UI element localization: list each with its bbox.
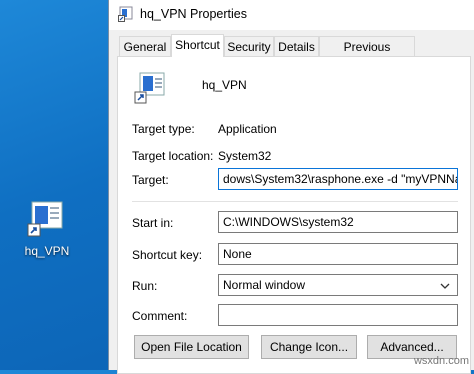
vpn-connection-shortcut-icon xyxy=(26,198,68,240)
target-location-value: System32 xyxy=(218,149,272,163)
target-type-label: Target type: xyxy=(132,122,195,136)
shortcut-name: hq_VPN xyxy=(202,78,247,92)
desktop-shortcut[interactable]: hq_VPN xyxy=(20,198,74,258)
run-label: Run: xyxy=(132,279,158,293)
tab-strip: General Shortcut Security Details Previo… xyxy=(117,34,467,74)
target-type-value: Application xyxy=(218,122,277,136)
tab-previous-versions[interactable]: Previous Versions xyxy=(319,36,415,74)
tab-general[interactable]: General xyxy=(119,36,171,56)
connection-icon xyxy=(118,6,134,22)
tab-security[interactable]: Security xyxy=(224,36,274,56)
target-label: Target: xyxy=(132,173,169,187)
title-bar[interactable]: hq_VPN Properties xyxy=(109,0,474,30)
shortcut-panel: hq_VPN Target type: Application Target l… xyxy=(117,56,471,374)
tab-shortcut[interactable]: Shortcut xyxy=(171,34,224,57)
change-icon-button[interactable]: Change Icon... xyxy=(261,335,357,359)
window-title: hq_VPN Properties xyxy=(140,7,248,21)
shortcut-key-input[interactable]: None xyxy=(218,243,458,265)
tab-details[interactable]: Details xyxy=(274,36,319,56)
target-input-value: dows\System32\rasphone.exe -d "myVPNName… xyxy=(223,172,458,186)
run-select-value: Normal window xyxy=(223,278,306,292)
chevron-down-icon xyxy=(439,278,451,290)
comment-label: Comment: xyxy=(132,309,188,323)
properties-window: hq_VPN Properties General Shortcut Secur… xyxy=(108,0,474,374)
target-location-label: Target location: xyxy=(132,149,214,163)
desktop-shortcut-label: hq_VPN xyxy=(24,244,70,258)
comment-input[interactable] xyxy=(218,304,458,326)
target-input[interactable]: dows\System32\rasphone.exe -d "myVPNName… xyxy=(218,168,458,190)
watermark: wsxdn.com xyxy=(413,355,469,367)
divider xyxy=(132,201,458,202)
vpn-connection-icon xyxy=(134,71,168,105)
start-in-label: Start in: xyxy=(132,216,174,230)
start-in-input[interactable]: C:\WINDOWS\system32 xyxy=(218,211,458,233)
open-file-location-button[interactable]: Open File Location xyxy=(134,335,249,359)
shortcut-key-label: Shortcut key: xyxy=(132,248,203,262)
run-select[interactable]: Normal window xyxy=(218,274,458,296)
